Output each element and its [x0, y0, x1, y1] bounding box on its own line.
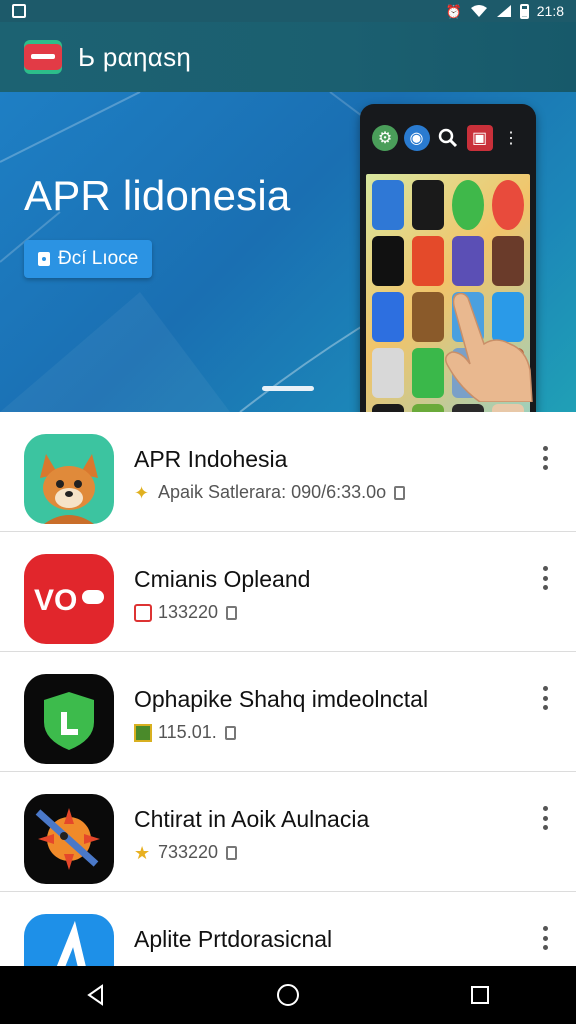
gift-icon — [134, 603, 152, 622]
back-icon[interactable] — [76, 975, 116, 1015]
signal-icon — [496, 5, 511, 17]
list-item[interactable]: VO Cmianis Opleand 133220 — [0, 532, 576, 652]
star-icon: ★ — [134, 842, 151, 863]
hero-download-button[interactable]: Ðcí Lıoce — [24, 240, 153, 278]
item-title: Cmianis Opleand — [134, 566, 311, 592]
hero-title: APR lidonesia — [24, 172, 291, 219]
item-subtitle: 115.01. — [134, 722, 236, 743]
sparkle-icon: ✦ — [134, 482, 150, 503]
item-title: Chtirat in Aoik Aulnacia — [134, 806, 370, 832]
notification-icon — [12, 4, 26, 18]
lock-icon — [224, 725, 236, 740]
more-icon[interactable]: ⋮ — [498, 125, 524, 151]
recents-icon[interactable] — [460, 975, 500, 1015]
app-bar: Ь pαηαsη — [0, 22, 576, 92]
battery-icon — [519, 3, 529, 19]
lock-icon — [226, 605, 238, 620]
item-subtitle-text: 133220 — [158, 602, 219, 622]
wifi-icon — [470, 5, 487, 17]
list-item[interactable]: APR Indohesia ✦ Apaik Satlerara: 090/6:3… — [0, 412, 576, 532]
more-options-button[interactable] — [540, 686, 550, 710]
lock-icon — [38, 252, 50, 266]
item-subtitle-text: Apaik Satlerara: 090/6:33.0o — [158, 482, 387, 502]
eye-icon[interactable]: ◉ — [403, 125, 430, 151]
more-options-button[interactable] — [540, 926, 550, 950]
hero-button-label: Ðcí Lıoce — [58, 248, 139, 269]
hand-illustration — [445, 292, 533, 402]
rocket-app-icon — [24, 794, 114, 884]
shield-app-icon — [24, 674, 114, 764]
app-logo[interactable] — [24, 40, 62, 74]
more-options-button[interactable] — [540, 806, 550, 830]
settings-icon[interactable]: ⚙ — [372, 125, 398, 151]
hero-banner[interactable]: APR lidonesia Ðcí Lıoce ⚙ ◉ ▣ ⋮ — [0, 92, 576, 412]
shop-icon[interactable]: ▣ — [466, 125, 493, 151]
lock-icon — [394, 485, 406, 500]
app-list: APR Indohesia ✦ Apaik Satlerara: 090/6:3… — [0, 412, 576, 1012]
item-title: Aplite Prtdorasicnal — [134, 926, 333, 952]
vo-app-icon: VO — [24, 554, 114, 644]
item-subtitle: ✦ Apaik Satlerara: 090/6:33.0o — [134, 482, 406, 503]
page-indicator — [262, 386, 314, 391]
list-item[interactable]: Chtirat in Aoik Aulnacia ★ 733220 — [0, 772, 576, 892]
svg-text:VO: VO — [34, 584, 77, 617]
item-subtitle-text: 733220 — [158, 842, 219, 862]
navigation-bar — [0, 966, 576, 1024]
item-subtitle: ★ 733220 — [134, 842, 238, 863]
app-title: Ь pαηαsη — [78, 41, 192, 72]
more-options-button[interactable] — [540, 566, 550, 590]
status-time: 21:8 — [536, 3, 564, 19]
item-title: APR Indohesia — [134, 446, 288, 472]
alarm-icon: ⏰ — [445, 3, 462, 19]
image-icon — [134, 723, 152, 742]
status-bar: ⏰ 21:8 — [0, 0, 576, 22]
search-icon[interactable] — [435, 125, 461, 151]
more-options-button[interactable] — [540, 446, 550, 470]
item-subtitle-text: 115.01. — [158, 722, 217, 742]
item-subtitle: 133220 — [134, 602, 238, 623]
list-item[interactable]: Ophapike Shahq imdeolnctal 115.01. — [0, 652, 576, 772]
lock-icon — [226, 845, 238, 860]
item-title: Ophapike Shahq imdeolnctal — [134, 686, 429, 712]
home-icon[interactable] — [268, 975, 308, 1015]
fox-app-icon — [24, 434, 114, 524]
